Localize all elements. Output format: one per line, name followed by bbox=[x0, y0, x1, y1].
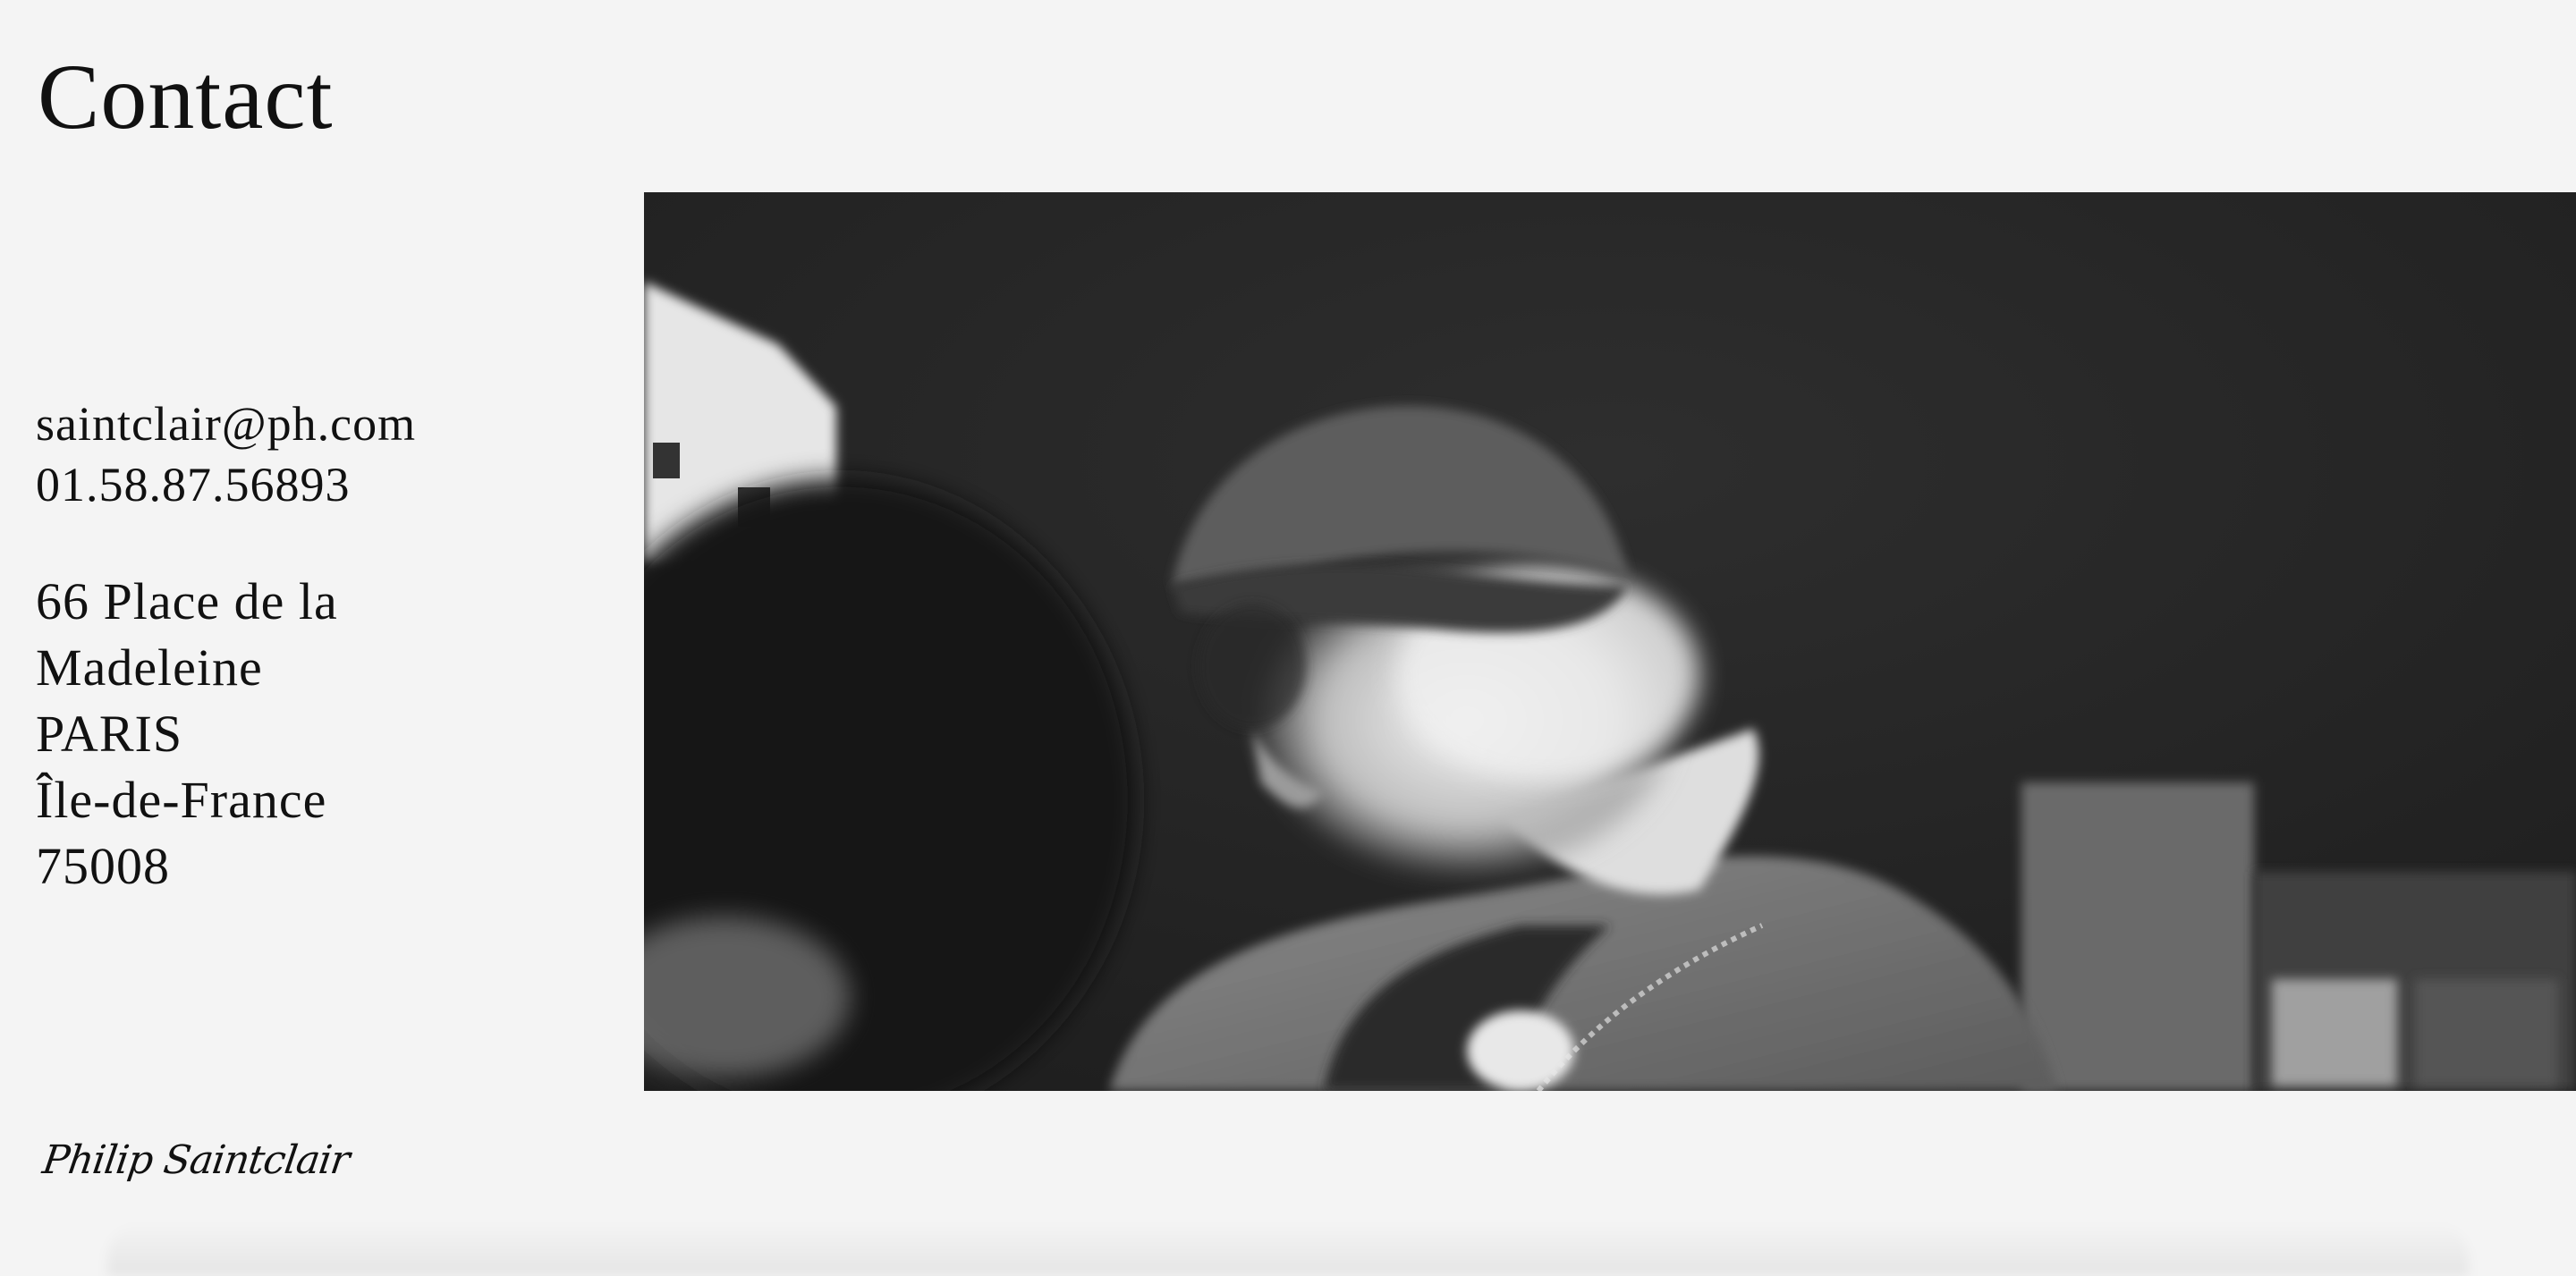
contact-info: saintclair@ph.com 01.58.87.56893 66 Plac… bbox=[36, 393, 608, 900]
address: 66 Place de la Madeleine PARIS Île-de-Fr… bbox=[36, 569, 608, 900]
bottom-shadow bbox=[107, 1222, 2469, 1276]
email-link[interactable]: saintclair@ph.com bbox=[36, 393, 608, 454]
address-city: PARIS bbox=[36, 705, 183, 763]
hero-photo bbox=[644, 192, 2576, 1091]
page-title: Contact bbox=[38, 46, 334, 148]
address-postal-code: 75008 bbox=[36, 837, 170, 895]
address-region: Île-de-France bbox=[36, 771, 327, 829]
portrait-image bbox=[644, 192, 2576, 1091]
phone-number[interactable]: 01.58.87.56893 bbox=[36, 454, 608, 515]
address-street-cont: Madeleine bbox=[36, 638, 263, 697]
address-street: 66 Place de la bbox=[36, 572, 338, 630]
signature-logo[interactable]: Philip Saintclair bbox=[39, 1137, 352, 1183]
